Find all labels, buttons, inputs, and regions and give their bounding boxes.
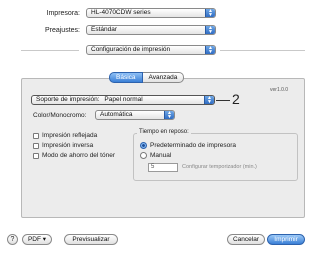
- reverse-print-checkbox[interactable]: Impresión inversa: [33, 142, 93, 149]
- color-mode-popup[interactable]: Automática ▲ ▼: [95, 110, 175, 120]
- separator-left: [21, 50, 79, 51]
- separator-right: [220, 50, 305, 51]
- tab-advanced[interactable]: Avanzada: [142, 72, 185, 83]
- print-button[interactable]: Imprimir: [267, 234, 305, 245]
- printer-value: HL-4070CDW series: [91, 9, 151, 16]
- pdf-button[interactable]: PDF ▾: [22, 234, 52, 245]
- checkbox-box[interactable]: [33, 152, 39, 159]
- sleep-manual-radio[interactable]: Manual: [140, 152, 171, 159]
- popup-arrows-icon: ▲ ▼: [205, 26, 215, 34]
- checkbox-box[interactable]: [33, 142, 39, 149]
- presets-label: Preajustes:: [44, 27, 80, 34]
- sleep-time-title: Tiempo en reposo:: [137, 129, 191, 135]
- minutes-field[interactable]: 5: [148, 163, 178, 172]
- media-popup[interactable]: Soporte de impresión: Papel normal ▲ ▼: [31, 95, 215, 105]
- popup-arrows-icon: ▲ ▼: [204, 96, 214, 104]
- media-label: Soporte de impresión:: [36, 96, 100, 103]
- section-value: Configuración de impresión: [91, 46, 171, 53]
- preview-button[interactable]: Previsualizar: [64, 234, 118, 245]
- media-value: Papel normal: [104, 96, 143, 103]
- radio-label: Predeterminado de impresora: [150, 142, 236, 149]
- popup-arrows-icon: ▲ ▼: [205, 9, 215, 17]
- presets-value: Estándar: [91, 26, 118, 33]
- section-popup[interactable]: Configuración de impresión ▲ ▼: [86, 45, 216, 55]
- radio-button[interactable]: [140, 142, 147, 149]
- checkbox-label: Modo de ahorro del tóner: [42, 152, 115, 159]
- version-label: ver1.0.0: [270, 87, 289, 93]
- toner-save-checkbox[interactable]: Modo de ahorro del tóner: [33, 152, 115, 159]
- cancel-button[interactable]: Cancelar: [227, 234, 265, 245]
- tab-bar: Básica Avanzada: [109, 72, 185, 83]
- color-mode-value: Automática: [100, 111, 133, 118]
- checkbox-label: Impresión inversa: [42, 142, 94, 149]
- callout-line: [216, 100, 230, 101]
- minutes-value: 5: [151, 164, 155, 170]
- radio-button[interactable]: [140, 152, 147, 159]
- help-icon: ?: [10, 236, 15, 243]
- presets-popup[interactable]: Estándar ▲ ▼: [86, 25, 216, 35]
- printer-popup[interactable]: HL-4070CDW series ▲ ▼: [86, 8, 216, 18]
- popup-arrows-icon: ▲ ▼: [164, 111, 174, 119]
- radio-label: Manual: [150, 152, 172, 159]
- checkbox-box[interactable]: [33, 132, 39, 139]
- checkbox-label: Impresión reflejada: [42, 132, 98, 139]
- popup-arrows-icon: ▲ ▼: [205, 46, 215, 54]
- sleep-default-radio[interactable]: Predeterminado de impresora: [140, 142, 236, 149]
- printer-label: Impresora:: [46, 10, 80, 17]
- minutes-label: Configurar temporizador (min.): [182, 164, 257, 170]
- callout-number: 2: [232, 91, 240, 107]
- help-button[interactable]: ?: [7, 234, 18, 245]
- color-mode-label: Color/Monocromo:: [33, 112, 87, 119]
- mirror-print-checkbox[interactable]: Impresión reflejada: [33, 132, 97, 139]
- tab-basic[interactable]: Básica: [109, 72, 143, 83]
